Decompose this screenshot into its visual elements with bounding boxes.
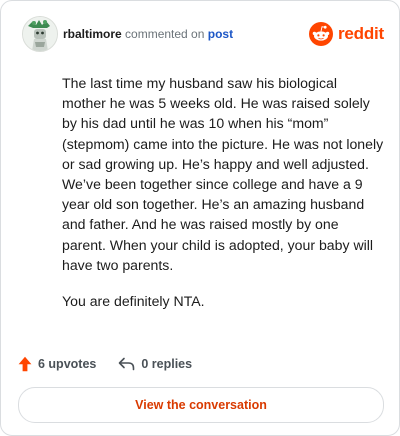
view-conversation-button[interactable]: View the conversation [18,387,384,423]
comment-paragraph: The last time my husband saw his biologi… [62,75,384,273]
action-text: commented on [125,27,205,41]
comment-body: The last time my husband saw his biologi… [62,73,384,327]
avatar-image [23,17,57,51]
embedded-comment-card: rbaltimore commented on post reddit The … [0,0,400,436]
username[interactable]: rbaltimore [63,27,122,41]
upvote-arrow-icon [18,356,32,372]
reply-arrow-icon [119,357,135,371]
reddit-snoo-icon [308,22,333,46]
comment-header: rbaltimore commented on post reddit [18,16,384,52]
post-link[interactable]: post [208,27,233,41]
comment-meta: rbaltimore commented on post [63,27,233,41]
reddit-wordmark: reddit [337,24,384,43]
upvotes-label: 6 upvotes [38,357,97,371]
reddit-logo[interactable]: reddit [308,22,384,46]
reply-count[interactable]: 0 replies [118,357,192,371]
user-avatar[interactable] [22,16,58,52]
comment-stats: 6 upvotes 0 replies [18,353,192,375]
comment-paragraph: You are definitely NTA. [62,293,205,310]
upvote-count[interactable]: 6 upvotes [18,356,96,372]
replies-label: 0 replies [141,357,193,371]
